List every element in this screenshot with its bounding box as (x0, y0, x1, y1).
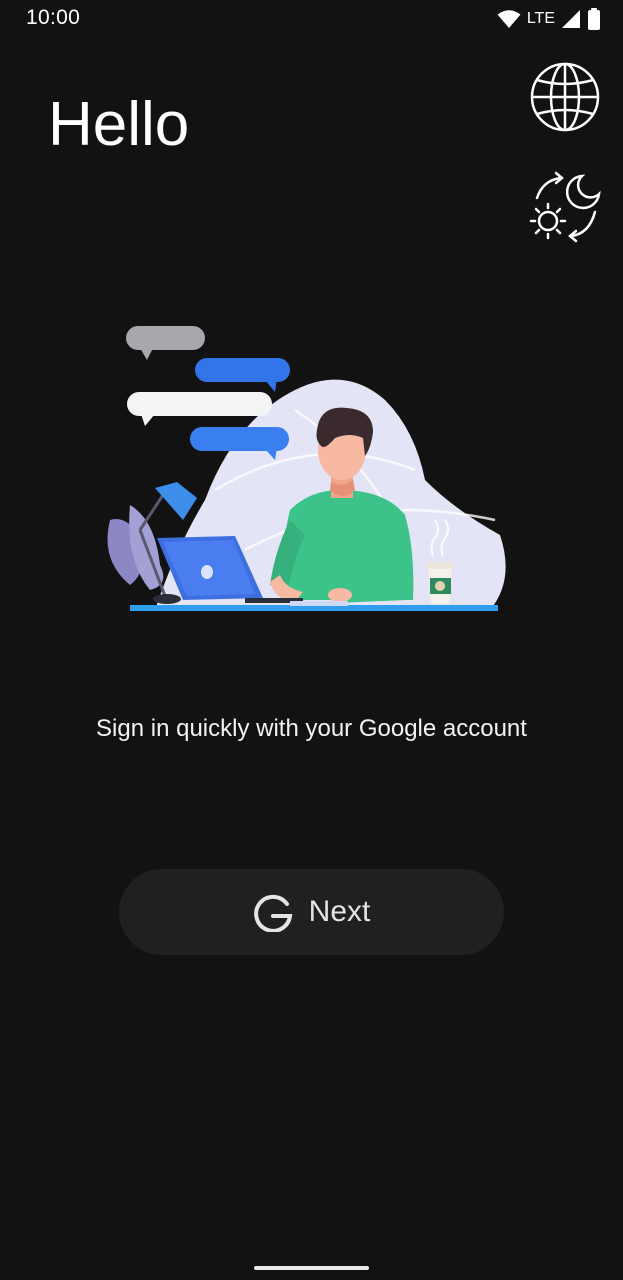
illustration-person-at-laptop (95, 320, 515, 620)
wifi-icon (497, 10, 521, 28)
greeting-title: Hello (48, 90, 190, 159)
lte-label: LTE (526, 10, 555, 27)
battery-icon (588, 8, 600, 30)
google-g-icon (253, 894, 292, 932)
home-indicator[interactable] (254, 1266, 369, 1270)
google-next-button[interactable]: Next (119, 869, 504, 955)
status-icons: LTE (497, 7, 601, 31)
globe-icon (530, 62, 600, 132)
language-button[interactable] (528, 60, 602, 134)
day-night-toggle-icon (529, 171, 601, 243)
theme-toggle-button[interactable] (527, 168, 605, 246)
sign-in-description: Sign in quickly with your Google account (96, 715, 527, 742)
lte-signal-icon (562, 10, 580, 28)
status-bar: 10:00 LTE (0, 0, 623, 40)
next-button-label: Next (308, 895, 371, 928)
status-time: 10:00 (26, 6, 81, 29)
